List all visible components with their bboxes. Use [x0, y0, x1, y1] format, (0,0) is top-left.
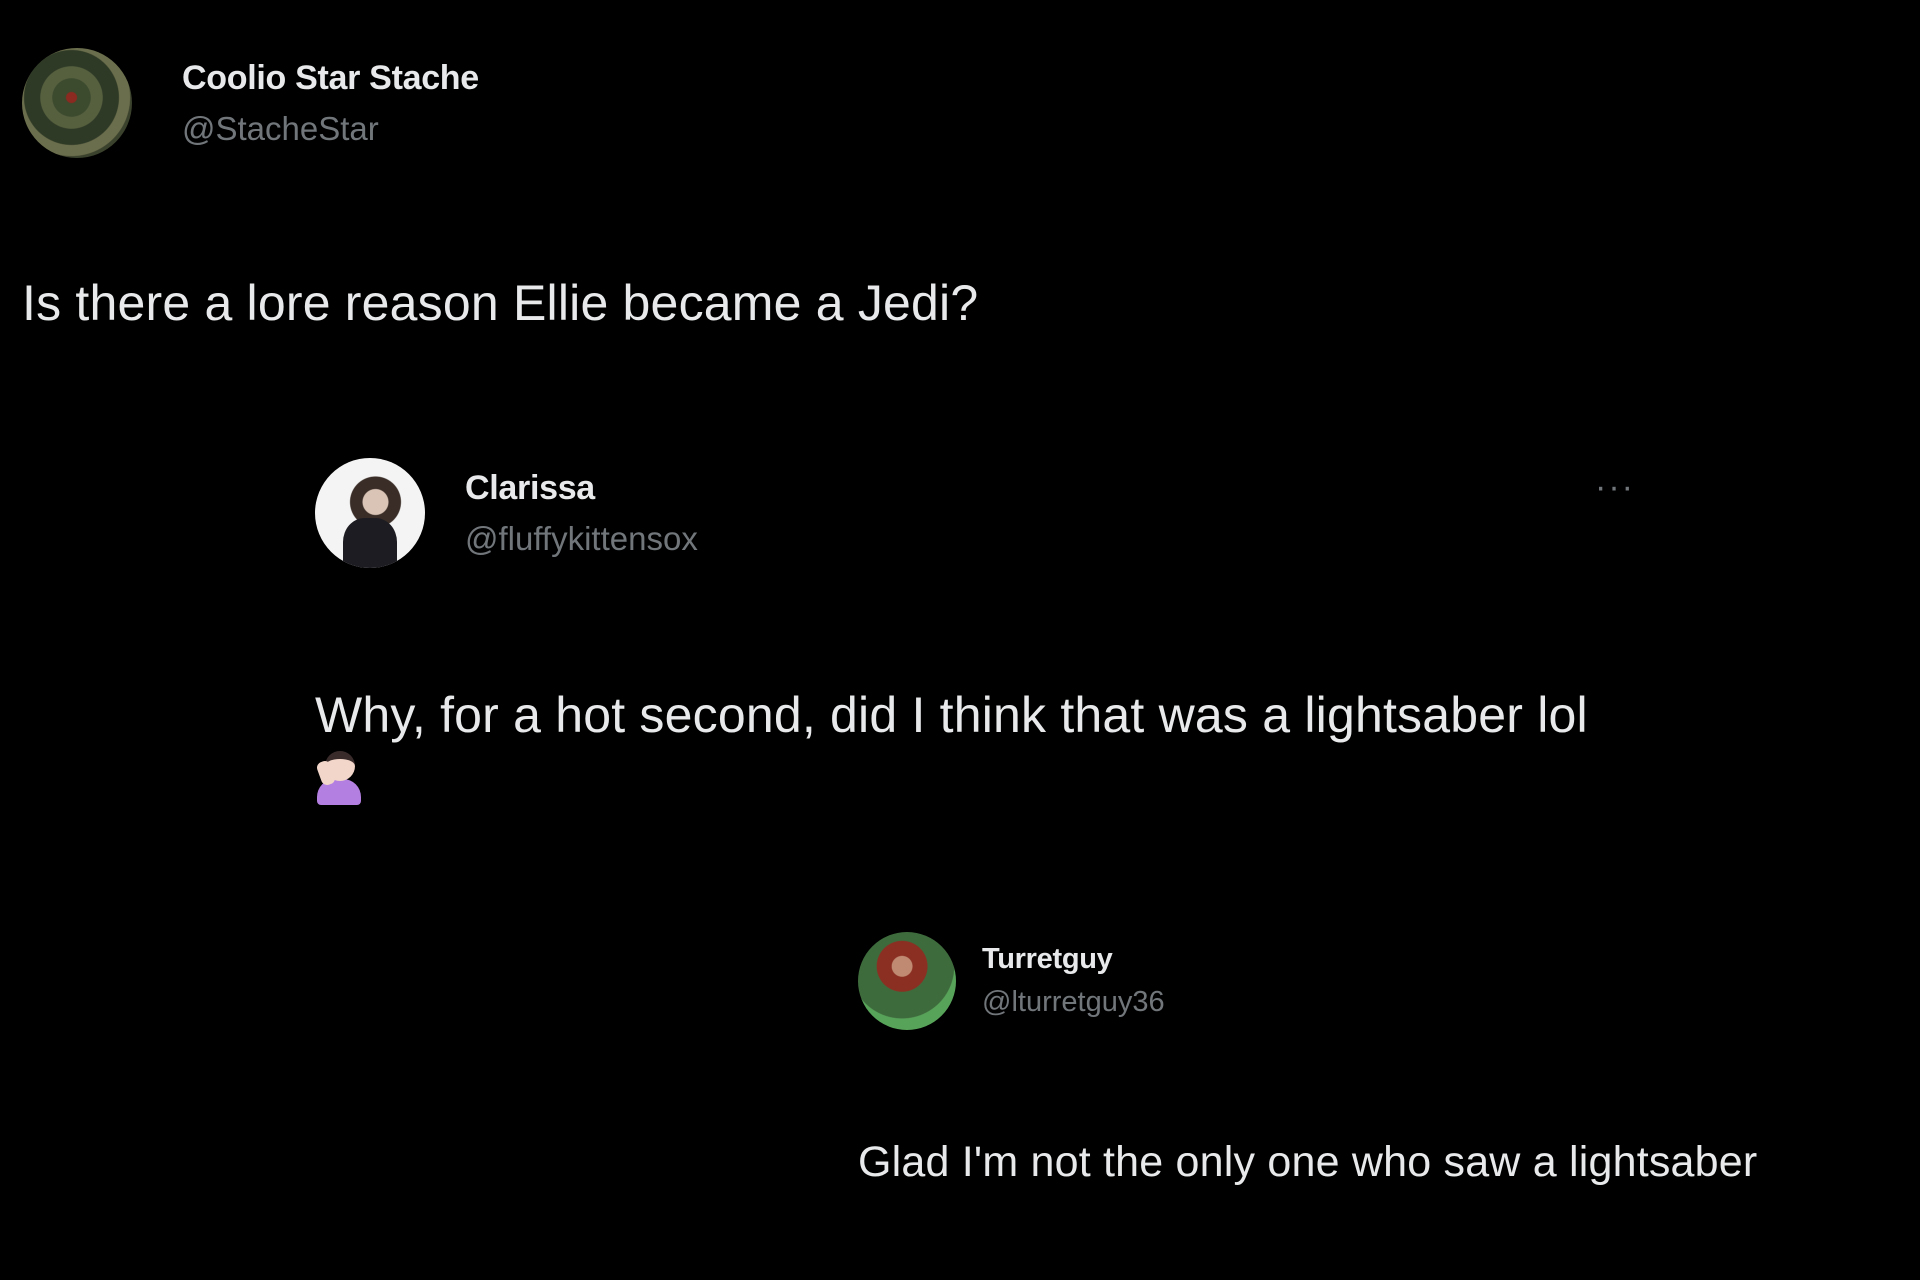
display-name[interactable]: Coolio Star Stache: [182, 59, 479, 98]
tweet-lturretguy36: Turretguy @lturretguy36 Glad I'm not the…: [858, 932, 1858, 1186]
screenshot-canvas: Coolio Star Stache @StacheStar Is there …: [0, 0, 1920, 1280]
user-handle[interactable]: @StacheStar: [182, 110, 479, 148]
display-name[interactable]: Turretguy: [982, 943, 1165, 976]
tweet-text: Is there a lore reason Ellie became a Je…: [22, 275, 979, 331]
tweet-text: Why, for a hot second, did I think that …: [315, 687, 1588, 743]
user-names: Turretguy @lturretguy36: [982, 943, 1165, 1019]
more-options-icon[interactable]: ···: [1595, 468, 1635, 507]
user-handle[interactable]: @fluffykittensox: [465, 520, 698, 558]
tweet-header: Coolio Star Stache @StacheStar: [22, 48, 1222, 158]
woman-facepalming-icon: [315, 749, 363, 805]
avatar[interactable]: [858, 932, 956, 1030]
avatar[interactable]: [22, 48, 132, 158]
tweet-header: Clarissa @fluffykittensox: [315, 458, 1635, 568]
user-names: Clarissa @fluffykittensox: [465, 469, 698, 558]
avatar[interactable]: [315, 458, 425, 568]
display-name[interactable]: Clarissa: [465, 469, 698, 508]
tweet-text-container: Why, for a hot second, did I think that …: [315, 683, 1635, 813]
tweet-text: Glad I'm not the only one who saw a ligh…: [858, 1138, 1758, 1186]
tweet-stachestar: Coolio Star Stache @StacheStar Is there …: [22, 48, 1222, 331]
user-names: Coolio Star Stache @StacheStar: [182, 59, 479, 148]
tweet-fluffykittensox: Clarissa @fluffykittensox ··· Why, for a…: [315, 458, 1635, 805]
tweet-header: Turretguy @lturretguy36: [858, 932, 1858, 1030]
user-handle[interactable]: @lturretguy36: [982, 986, 1165, 1019]
